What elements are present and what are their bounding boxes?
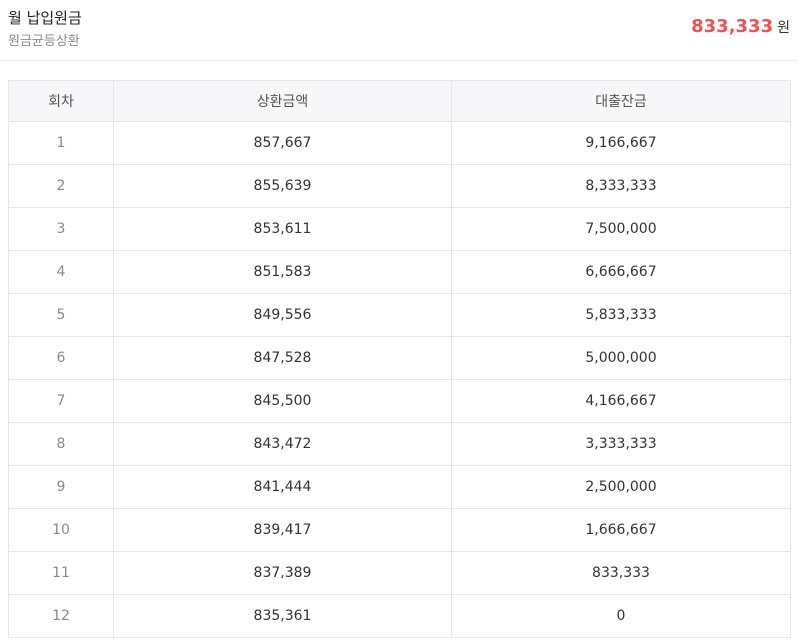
table-row: 1 857,667 9,166,667: [8, 121, 791, 165]
balance-cell: 1,666,667: [451, 508, 791, 552]
header-remaining-balance: 대출잔금: [451, 80, 791, 122]
payment-cell: 857,667: [113, 121, 452, 165]
monthly-principal-amount: 833,333: [691, 16, 774, 37]
table-row: 12 835,361 0: [8, 594, 791, 638]
payment-cell: 837,389: [113, 551, 452, 595]
balance-cell: 5,000,000: [451, 336, 791, 380]
table-row: 7 845,500 4,166,667: [8, 379, 791, 423]
table-header-row: 회차 상환금액 대출잔금: [8, 80, 791, 122]
round-cell: 11: [8, 551, 114, 595]
payment-cell: 855,639: [113, 164, 452, 208]
table-row: 2 855,639 8,333,333: [8, 164, 791, 208]
round-cell: 8: [8, 422, 114, 466]
balance-cell: 9,166,667: [451, 121, 791, 165]
round-cell: 7: [8, 379, 114, 423]
balance-cell: 4,166,667: [451, 379, 791, 423]
repayment-schedule-table: 회차 상환금액 대출잔금 1 857,667 9,166,667 2 855,6…: [8, 80, 791, 638]
round-cell: 2: [8, 164, 114, 208]
repayment-method-label: 원금균등상환: [8, 34, 80, 49]
round-cell: 12: [8, 594, 114, 638]
table-row: 8 843,472 3,333,333: [8, 422, 791, 466]
summary-amount-group: 833,333 원: [691, 16, 790, 39]
round-cell: 3: [8, 207, 114, 251]
table-row: 9 841,444 2,500,000: [8, 465, 791, 509]
round-cell: 1: [8, 121, 114, 165]
balance-cell: 0: [451, 594, 791, 638]
payment-cell: 843,472: [113, 422, 452, 466]
round-cell: 5: [8, 293, 114, 337]
round-cell: 10: [8, 508, 114, 552]
summary-title: 월 납입원금: [8, 9, 82, 27]
payment-cell: 841,444: [113, 465, 452, 509]
payment-cell: 851,583: [113, 250, 452, 294]
header-payment-amount: 상환금액: [113, 80, 452, 122]
payment-cell: 853,611: [113, 207, 452, 251]
payment-cell: 839,417: [113, 508, 452, 552]
balance-cell: 5,833,333: [451, 293, 791, 337]
balance-cell: 2,500,000: [451, 465, 791, 509]
table-row: 5 849,556 5,833,333: [8, 293, 791, 337]
payment-cell: 849,556: [113, 293, 452, 337]
round-cell: 4: [8, 250, 114, 294]
round-cell: 9: [8, 465, 114, 509]
monthly-principal-summary: 월 납입원금 원금균등상환 833,333 원: [0, 0, 798, 61]
table-row: 6 847,528 5,000,000: [8, 336, 791, 380]
table-row: 10 839,417 1,666,667: [8, 508, 791, 552]
balance-cell: 8,333,333: [451, 164, 791, 208]
currency-unit: 원: [777, 20, 790, 36]
balance-cell: 3,333,333: [451, 422, 791, 466]
balance-cell: 833,333: [451, 551, 791, 595]
balance-cell: 6,666,667: [451, 250, 791, 294]
header-round: 회차: [8, 80, 114, 122]
payment-cell: 835,361: [113, 594, 452, 638]
payment-cell: 847,528: [113, 336, 452, 380]
table-row: 4 851,583 6,666,667: [8, 250, 791, 294]
payment-cell: 845,500: [113, 379, 452, 423]
table-row: 11 837,389 833,333: [8, 551, 791, 595]
round-cell: 6: [8, 336, 114, 380]
table-row: 3 853,611 7,500,000: [8, 207, 791, 251]
balance-cell: 7,500,000: [451, 207, 791, 251]
